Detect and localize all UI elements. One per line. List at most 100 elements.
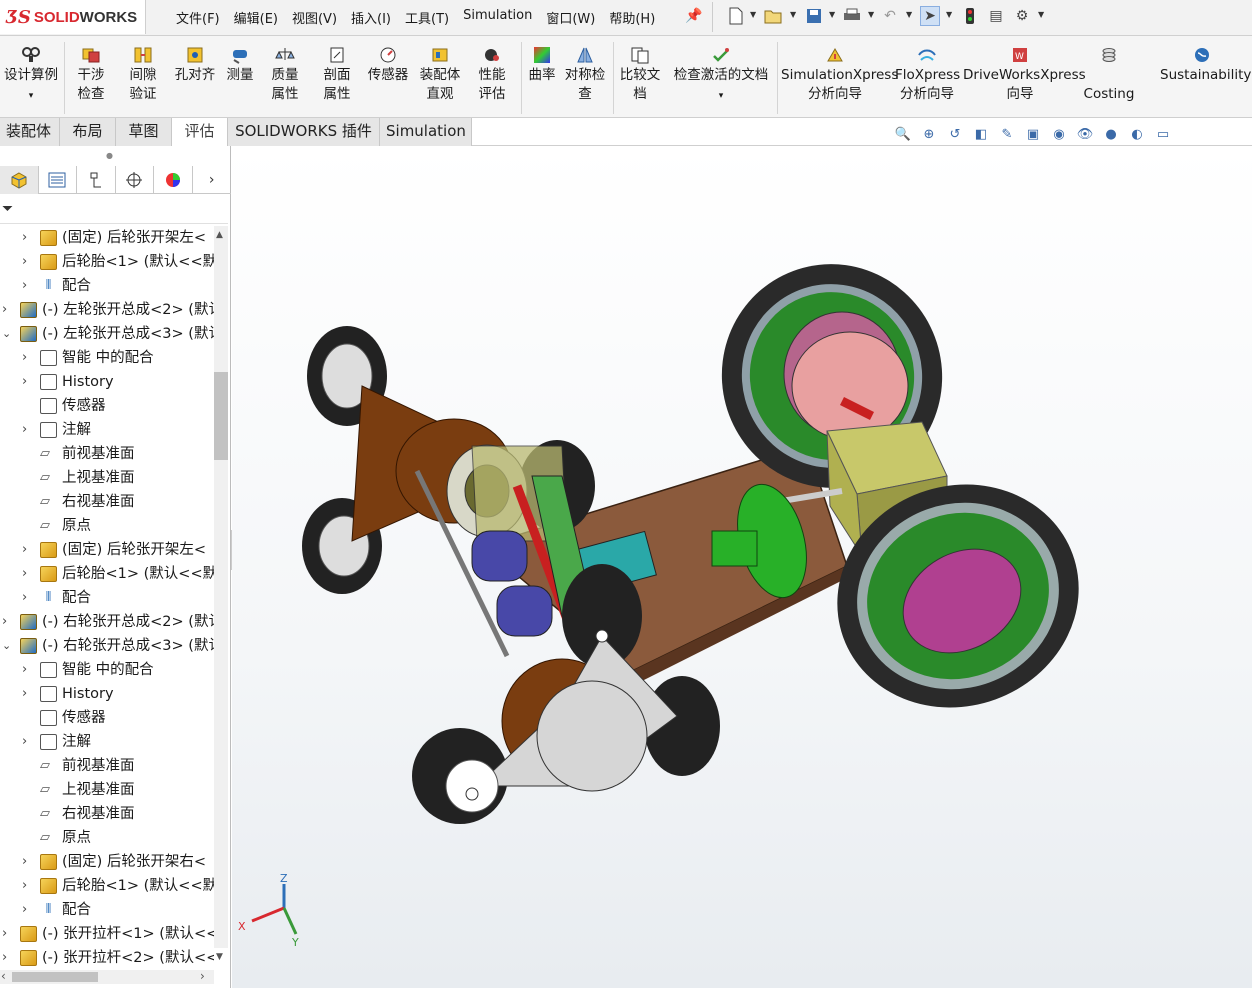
zoom-to-fit-icon[interactable]: 🔍 <box>892 124 914 144</box>
tree-expand-icon[interactable]: › <box>22 226 27 250</box>
rebuild-traffic-light-icon[interactable] <box>960 6 980 26</box>
chevron-down-icon[interactable]: ▼ <box>750 10 756 19</box>
tree-item[interactable]: ▱ 上视基准面 <box>0 778 214 802</box>
tree-item[interactable]: › (-) 左轮张开总成<2> (默认 <box>0 298 214 322</box>
tree-item[interactable]: › 注解 <box>0 418 214 442</box>
dynamic-annotation-icon[interactable]: ✎ <box>996 124 1018 144</box>
robot-car-model[interactable]: Z X Y <box>232 146 1252 988</box>
tree-item[interactable]: ▱ 上视基准面 <box>0 466 214 490</box>
tree-item[interactable]: ⌄ (-) 左轮张开总成<3> (默认 <box>0 322 214 346</box>
tree-item[interactable]: › 智能 中的配合 <box>0 346 214 370</box>
tree-item[interactable]: › (固定) 后轮张开架左< <box>0 226 214 250</box>
tree-item[interactable]: › (-) 右轮张开总成<2> (默认 <box>0 610 214 634</box>
tree-item[interactable]: ▱ 原点 <box>0 826 214 850</box>
featuremanager-tab-icon[interactable] <box>0 166 39 194</box>
menu-tools[interactable]: 工具(T) <box>405 8 449 27</box>
tab-assembly[interactable]: 装配体 <box>0 118 60 146</box>
solidworks-logo[interactable]: ƷS SOLID WORKS <box>0 0 146 34</box>
displaymanager-tab-icon[interactable] <box>154 166 193 194</box>
tree-item[interactable]: ▱ 右视基准面 <box>0 490 214 514</box>
chevron-down-icon[interactable]: ▼ <box>790 10 796 19</box>
tree-item[interactable]: › ⫴ 配合 <box>0 898 214 922</box>
tree-item[interactable]: 传感器 <box>0 394 214 418</box>
tree-expand-icon[interactable]: › <box>22 346 27 370</box>
tree-item[interactable]: ▱ 右视基准面 <box>0 802 214 826</box>
sustainability-button[interactable]: Sustainability <box>1160 46 1251 85</box>
menu-file[interactable]: 文件(F) <box>176 8 220 27</box>
symmetry-check-button[interactable]: 对称检查 <box>562 46 608 104</box>
tab-sketch[interactable]: 草图 <box>116 118 172 146</box>
zoom-to-area-icon[interactable]: ⊕ <box>918 124 940 144</box>
previous-view-icon[interactable]: ↺ <box>944 124 966 144</box>
tree-item[interactable]: › (固定) 后轮张开架右< <box>0 850 214 874</box>
tab-solidworks-addins[interactable]: SOLIDWORKS 插件 <box>228 118 380 146</box>
file-properties-icon[interactable]: ▤ <box>986 6 1006 26</box>
print-icon[interactable] <box>842 6 862 26</box>
tab-evaluate[interactable]: 评估 <box>172 118 228 146</box>
measure-button[interactable]: 测量 <box>222 46 258 85</box>
tree-expand-icon[interactable]: › <box>22 658 27 682</box>
chevron-down-icon[interactable]: ▼ <box>868 10 874 19</box>
tree-item[interactable]: ⌄ (-) 右轮张开总成<3> (默认 <box>0 634 214 658</box>
tree-collapse-icon[interactable]: ⌄ <box>2 634 11 658</box>
propertymanager-tab-icon[interactable] <box>39 166 77 194</box>
tree-collapse-icon[interactable]: ⌄ <box>2 322 11 346</box>
graphics-area[interactable]: Z X Y <box>232 146 1252 988</box>
tree-expand-icon[interactable]: › <box>22 274 27 298</box>
section-properties-button[interactable]: 剖面属性 <box>314 46 360 104</box>
scroll-up-icon[interactable]: ▲ <box>216 230 223 240</box>
scroll-down-icon[interactable]: ▼ <box>216 952 223 962</box>
tree-expand-icon[interactable]: › <box>22 874 27 898</box>
tree-item[interactable]: › History <box>0 682 214 706</box>
select-arrow-icon[interactable]: ➤ <box>920 6 940 26</box>
tree-item[interactable]: › ⫴ 配合 <box>0 274 214 298</box>
tree-expand-icon[interactable]: › <box>22 370 27 394</box>
hole-alignment-button[interactable]: 孔对齐 <box>170 46 220 85</box>
tree-item[interactable]: › History <box>0 370 214 394</box>
interference-button[interactable]: 干涉检查 <box>68 46 114 104</box>
tree-expand-icon[interactable]: › <box>22 682 27 706</box>
configurationmanager-tab-icon[interactable] <box>77 166 116 194</box>
tree-expand-icon[interactable]: › <box>22 730 27 754</box>
section-view-icon[interactable]: ◧ <box>970 124 992 144</box>
tree-expand-icon[interactable]: › <box>22 538 27 562</box>
tree-item[interactable]: › 后轮胎<1> (默认<<默 <box>0 562 214 586</box>
view-orientation-icon[interactable]: ▣ <box>1022 124 1044 144</box>
tree-expand-icon[interactable]: › <box>22 250 27 274</box>
tree-item[interactable]: › 智能 中的配合 <box>0 658 214 682</box>
edit-appearance-icon[interactable]: ● <box>1100 124 1122 144</box>
menu-window[interactable]: 窗口(W) <box>546 8 595 27</box>
costing-button[interactable]: Costing <box>1080 46 1138 104</box>
driveworksxpress-button[interactable]: W DriveWorksXpress向导 <box>962 46 1086 104</box>
tree-item[interactable]: › (-) 张开拉杆<1> (默认<< <box>0 922 214 946</box>
tab-simulation[interactable]: Simulation <box>380 118 472 146</box>
tree-vertical-scrollbar[interactable] <box>214 226 228 948</box>
tree-item[interactable]: ▱ 原点 <box>0 514 214 538</box>
view-settings-icon[interactable]: ▭ <box>1152 124 1174 144</box>
tree-expand-icon[interactable]: › <box>22 850 27 874</box>
tree-expand-icon[interactable]: › <box>2 610 7 634</box>
filter-funnel-icon[interactable]: ⏷ <box>2 201 13 217</box>
tree-expand-icon[interactable]: › <box>22 898 27 922</box>
mass-properties-button[interactable]: 质量属性 <box>262 46 308 104</box>
tree-expand-icon[interactable]: › <box>2 946 7 968</box>
tree-item[interactable]: ▱ 前视基准面 <box>0 754 214 778</box>
tree-item[interactable]: › (-) 张开拉杆<2> (默认<< <box>0 946 214 968</box>
options-gear-icon[interactable]: ⚙ <box>1012 6 1032 26</box>
chevron-right-icon[interactable]: › <box>193 166 231 194</box>
curvature-button[interactable]: 曲率 <box>524 46 560 85</box>
assembly-visualization-button[interactable]: 装配体直观 <box>416 46 464 104</box>
tree-item[interactable]: › 后轮胎<1> (默认<<默 <box>0 250 214 274</box>
scroll-left-icon[interactable]: ‹ <box>1 969 6 983</box>
tree-expand-icon[interactable]: › <box>22 418 27 442</box>
tree-item[interactable]: › ⫴ 配合 <box>0 586 214 610</box>
menu-insert[interactable]: 插入(I) <box>351 8 391 27</box>
check-active-document-button[interactable]: 检查激活的文档 ▾ <box>668 46 774 106</box>
tree-item[interactable]: › 后轮胎<1> (默认<<默 <box>0 874 214 898</box>
sensor-button[interactable]: 传感器 <box>364 46 412 85</box>
undo-icon[interactable]: ↶ <box>880 6 900 26</box>
performance-evaluation-button[interactable]: 性能评估 <box>468 46 516 104</box>
simulationxpress-button[interactable]: SimulationXpress分析向导 <box>780 46 898 104</box>
tree-expand-icon[interactable]: › <box>2 922 7 946</box>
chevron-down-icon[interactable]: ▼ <box>1038 10 1044 19</box>
